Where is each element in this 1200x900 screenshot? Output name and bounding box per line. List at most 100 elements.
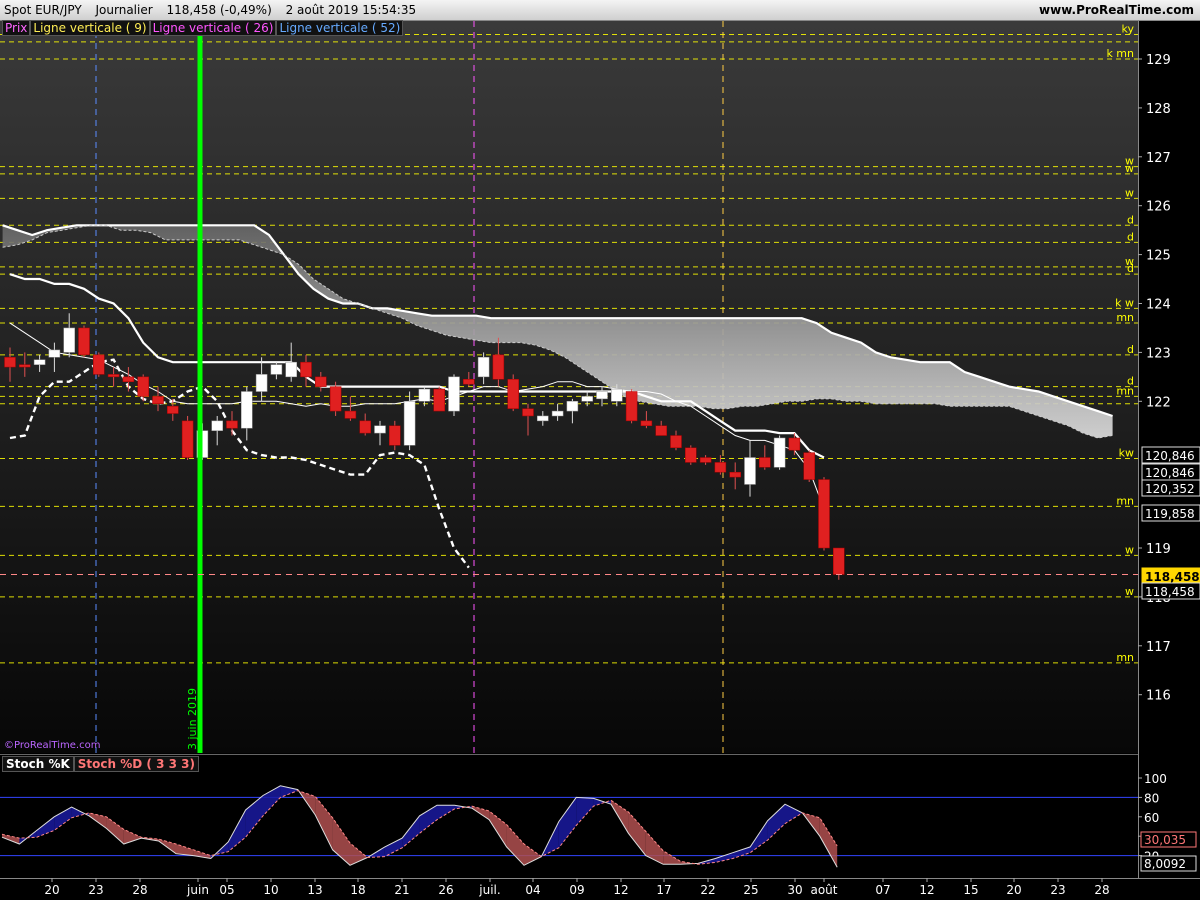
candle — [329, 386, 342, 412]
date-tick-label: 09 — [569, 883, 584, 897]
stoch-tick-label: 60 — [1144, 811, 1159, 825]
candle — [566, 401, 579, 412]
marker-label: 3 juin 2019 — [186, 688, 199, 750]
price-tick-label: 116 — [1146, 689, 1171, 704]
level-label: w — [1125, 162, 1134, 175]
candle — [788, 437, 801, 451]
candle — [699, 457, 712, 463]
date-tick-label: 13 — [307, 883, 322, 897]
candle — [359, 420, 371, 434]
candle — [403, 401, 416, 446]
date-tick-label: 20 — [44, 883, 59, 897]
date-tick-label: 20 — [1006, 883, 1021, 897]
level-label: d — [1127, 213, 1134, 226]
price-tick-label: 128 — [1146, 102, 1171, 117]
date-tick-label: 23 — [1050, 883, 1065, 897]
level-label: w — [1125, 186, 1134, 199]
candle — [596, 391, 608, 400]
date-tick-label: juil. — [478, 883, 500, 897]
price-tick-label: 122 — [1146, 395, 1171, 410]
date-tick-label: 15 — [963, 883, 978, 897]
candle — [803, 452, 815, 480]
date-tick-label: juin — [186, 883, 209, 897]
price-tick-label: 127 — [1146, 151, 1171, 166]
date-tick-label: août — [810, 883, 837, 897]
candle — [241, 391, 253, 429]
candle — [374, 425, 386, 434]
watermark: ©ProRealTime.com — [4, 740, 101, 751]
candle — [492, 354, 505, 380]
date-tick-label: 30 — [787, 883, 802, 897]
candle — [537, 415, 549, 422]
legend-line-9[interactable]: Ligne verticale ( 9) — [30, 20, 150, 36]
level-label: k w — [1115, 296, 1134, 309]
candle — [655, 425, 667, 436]
candle — [522, 408, 534, 417]
candle — [33, 359, 46, 365]
level-label: d — [1127, 343, 1134, 356]
date-tick-label: 12 — [613, 883, 628, 897]
price-tick-label: 129 — [1146, 53, 1171, 68]
candle — [63, 327, 75, 353]
candle — [78, 327, 90, 356]
date-tick-label: 23 — [88, 883, 103, 897]
indicator-legend: Prix Ligne verticale ( 9) Ligne verticale … — [2, 20, 404, 36]
level-label: d — [1127, 230, 1134, 243]
candle — [19, 364, 31, 368]
legend-stoch-k[interactable]: Stoch %K — [2, 756, 74, 772]
candle — [300, 361, 312, 378]
candle — [773, 437, 786, 468]
candle — [285, 361, 297, 378]
price-tick-label: 119 — [1146, 542, 1171, 557]
level-label: mn — [1116, 311, 1134, 324]
legend-line-52[interactable]: Ligne verticale ( 52) — [276, 20, 404, 36]
candle — [729, 471, 741, 478]
candle — [714, 462, 727, 473]
date-tick-label: 05 — [219, 883, 234, 897]
candle — [477, 357, 490, 378]
legend-stoch-d[interactable]: Stoch %D ( 3 3 3) — [73, 756, 199, 772]
level-label: mn — [1116, 651, 1134, 664]
legend-line-26[interactable]: Ligne verticale ( 26) — [149, 20, 277, 36]
candle — [833, 547, 845, 575]
date-tick-label: 17 — [656, 883, 671, 897]
date-tick-label: 28 — [1094, 883, 1109, 897]
price-box-label: 118,458 — [1145, 570, 1200, 584]
level-label: ky — [1122, 23, 1135, 36]
candle — [344, 410, 357, 419]
candle — [670, 435, 682, 449]
level-label: w — [1125, 585, 1134, 598]
price-tick-label: 125 — [1146, 249, 1171, 264]
candle — [152, 396, 164, 404]
stoch-legend: Stoch %K Stoch %D ( 3 3 3) — [2, 756, 199, 772]
price-tick-label: 123 — [1146, 346, 1171, 361]
candle — [122, 376, 135, 382]
level-label: k mn — [1106, 47, 1134, 60]
candle — [4, 357, 16, 368]
candle — [389, 425, 401, 446]
legend-prix[interactable]: Prix — [2, 20, 31, 36]
level-label: kw — [1119, 447, 1134, 460]
level-label: mn — [1116, 494, 1134, 507]
stoch-value-label: 30,035 — [1144, 833, 1186, 847]
price-tick-label: 124 — [1146, 298, 1171, 313]
candle — [640, 420, 653, 426]
date-tick-label: 07 — [875, 883, 890, 897]
date-tick-label: 04 — [525, 883, 540, 897]
candle — [211, 420, 223, 431]
date-tick-label: 21 — [394, 883, 409, 897]
candle — [270, 364, 283, 375]
candle — [685, 447, 697, 463]
date-tick-label: 18 — [350, 883, 365, 897]
candle — [463, 379, 475, 385]
stoch-tick-label: 100 — [1144, 772, 1167, 786]
candle — [818, 479, 830, 549]
price-box-label: 120,846 — [1145, 449, 1195, 463]
candle — [48, 349, 61, 358]
candle — [611, 388, 623, 402]
candle — [167, 405, 179, 414]
candle — [581, 396, 593, 402]
candle — [551, 410, 564, 417]
candle — [759, 457, 771, 468]
level-label: w — [1125, 543, 1134, 556]
